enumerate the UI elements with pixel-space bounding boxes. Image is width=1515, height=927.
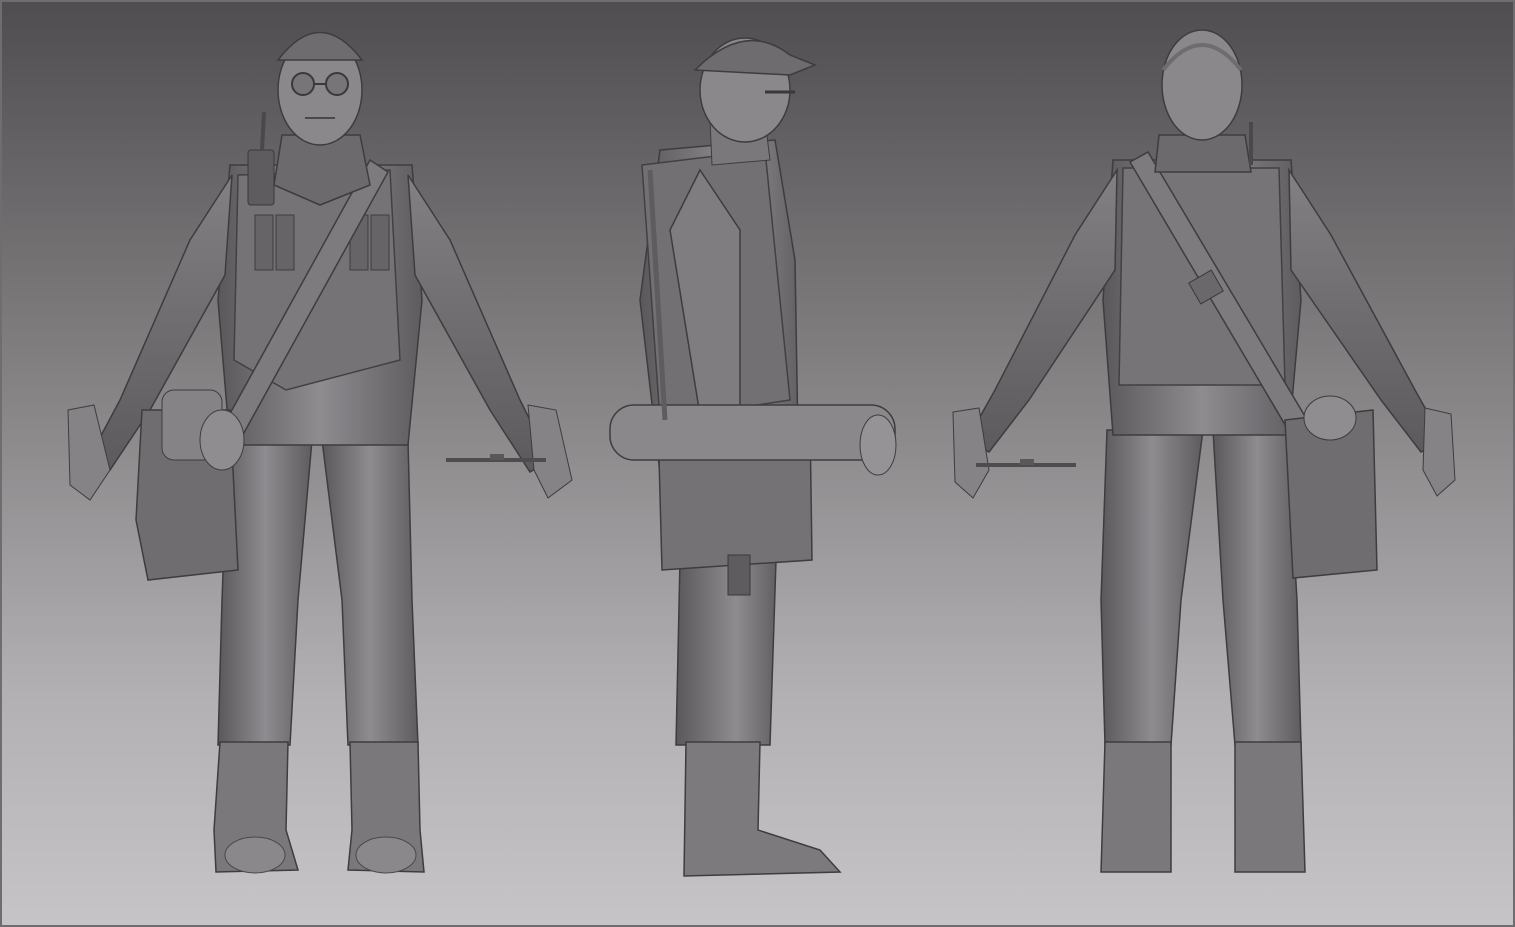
- front-ortho-marker: [446, 454, 546, 462]
- back-right-hand: [1422, 407, 1456, 497]
- back-ortho-marker: [976, 459, 1076, 467]
- back-left-leg: [1100, 429, 1204, 746]
- front-cap: [276, 31, 364, 61]
- side-roll: [609, 404, 896, 461]
- front-left-hand: [67, 404, 111, 501]
- sculpt-viewport: [0, 0, 1515, 927]
- side-boot: [683, 741, 842, 877]
- front-right-leg: [321, 439, 419, 746]
- side-cap: [693, 39, 818, 76]
- side-view-figure: [609, 37, 897, 877]
- back-left-boot: [1100, 741, 1172, 873]
- back-right-boot: [1234, 741, 1306, 873]
- side-view: [600, 0, 920, 927]
- front-right-arm: [407, 174, 551, 474]
- back-left-arm: [965, 167, 1118, 453]
- side-leg: [675, 559, 777, 746]
